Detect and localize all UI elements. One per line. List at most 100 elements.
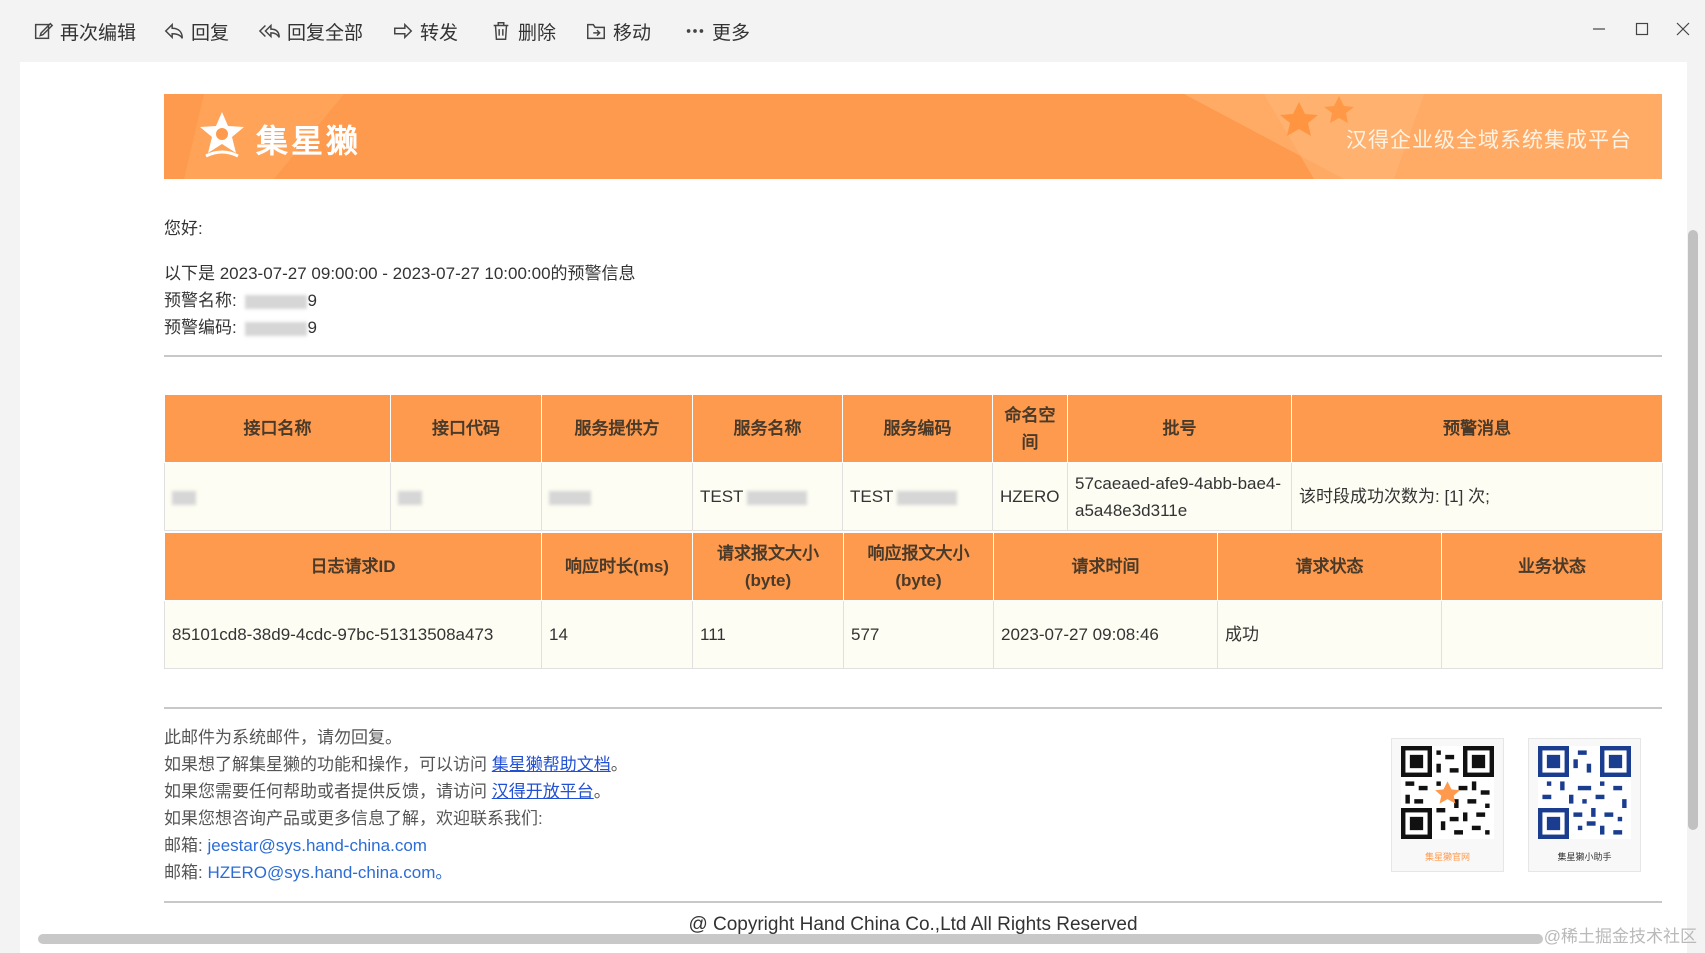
column-header: 请求时间 [993,532,1218,601]
request-size-cell: 111 [692,600,844,669]
redacted-value [747,490,808,505]
reply-all-button[interactable]: 回复全部 [259,16,363,46]
column-header: 接口代码 [390,394,542,463]
interface-name-cell [164,462,391,531]
more-label: 更多 [712,22,751,44]
qr-caption: 集星獭小助手 [1557,852,1612,862]
vertical-scrollbar-thumb[interactable] [1688,230,1698,830]
column-header: 服务编码 [842,394,993,463]
column-header: 响应时长(ms) [541,532,693,601]
move-icon [587,23,605,40]
service-name-value: TEST [700,487,744,506]
redacted-value [549,490,591,505]
brand-name: 集星獭 [256,123,362,159]
trash-icon [493,22,509,40]
divider [164,901,1662,903]
footer-text: 。 [593,782,611,801]
table-row: 85101cd8-38d9-4cdc-97bc-51313508a473 14 … [164,600,1663,669]
footer-line-4: 如果您想咨询产品或更多信息了解，欢迎联系我们: [164,809,543,828]
move-label: 移动 [613,22,652,44]
minimize-icon [1593,28,1605,30]
delete-label: 删除 [518,22,557,44]
business-status-cell [1441,600,1663,669]
footer-line-2: 如果想了解集星獭的功能和操作，可以访问 集星獭帮助文档。 [164,750,628,775]
batch-cell: 57caeaed-afe9-4abb-bae4-a5a48e3d311e [1067,462,1292,531]
alert-code-row: 预警编码: 9 [164,313,317,338]
interface-code-cell [390,462,542,531]
provider-cell [541,462,693,531]
footer-mail-1: 邮箱: jeestar@sys.hand-china.com [164,831,427,856]
response-size-cell: 577 [843,600,994,669]
footer-text: 如果您需要任何帮助或者提供反馈，请访问 [164,782,487,801]
column-header: 请求报文大小(byte) [692,532,844,601]
hzero-email-link[interactable]: HZERO@sys.hand-china.com [207,863,435,882]
divider [164,707,1662,709]
qr-caption: 集星獭官网 [1424,852,1470,862]
mail-label: 邮箱: [164,836,203,855]
redacted-value [897,490,958,505]
divider [164,355,1662,357]
footer-text: 如果想了解集星獭的功能和操作，可以访问 [164,755,487,774]
duration-cell: 14 [541,600,693,669]
column-header: 日志请求ID [164,532,542,601]
jeestar-email-link[interactable]: jeestar@sys.hand-china.com [207,836,426,855]
forward-button[interactable]: 转发 [392,16,458,46]
reply-label: 回复 [191,22,230,44]
assistant-qr-code: 集星獭小助手 [1528,738,1641,872]
alert-code-label: 预警编码: [164,318,237,337]
redacted-value [245,294,308,309]
column-header: 服务名称 [692,394,843,463]
more-button[interactable]: 更多 [684,16,750,46]
column-header: 命名空间 [992,394,1068,463]
column-header: 服务提供方 [541,394,693,463]
footer-line-1: 此邮件为系统邮件，请勿回复。 [164,728,402,747]
more-icon [686,29,704,33]
alert-name-value: 9 [307,291,317,310]
close-icon [1676,22,1690,36]
column-header: 业务状态 [1441,532,1663,601]
move-button[interactable]: 移动 [585,16,651,46]
table-header-row: 日志请求ID 响应时长(ms) 请求报文大小(byte) 响应报文大小(byte… [164,532,1663,601]
redacted-value [398,490,422,505]
footer-text: 。 [610,755,628,774]
qr-code-image [1401,746,1494,839]
re-edit-label: 再次编辑 [60,22,137,44]
redacted-value [172,490,196,505]
delete-button[interactable]: 删除 [490,16,556,46]
reply-button[interactable]: 回复 [163,16,229,46]
reply-all-label: 回复全部 [287,22,364,44]
alert-name-label: 预警名称: [164,291,237,310]
redacted-value [245,321,308,336]
column-header: 预警消息 [1291,394,1663,463]
minimize-button[interactable] [1584,14,1614,44]
alert-message-cell: 该时段成功次数为: [1] 次; [1291,462,1663,531]
alert-code-value: 9 [307,318,317,337]
forward-icon [394,22,413,40]
reply-icon [164,22,183,40]
log-id-cell: 85101cd8-38d9-4cdc-97bc-51313508a473 [164,600,542,669]
mail-toolbar: 再次编辑 回复 回复全部 转发 删除 移动 更多 [0,0,1705,62]
service-code-value: TEST [850,487,894,506]
reply-all-icon [259,23,280,39]
maximize-button[interactable] [1627,14,1657,44]
open-platform-link[interactable]: 汉得开放平台 [492,782,594,801]
table-header-row: 接口名称 接口代码 服务提供方 服务名称 服务编码 命名空间 批号 预警消息 [164,394,1663,463]
close-button[interactable] [1668,14,1698,44]
footer-line-3: 如果您需要任何帮助或者提供反馈，请访问 汉得开放平台。 [164,777,611,802]
footer-mail-2: 邮箱: HZERO@sys.hand-china.com。 [164,858,452,883]
alert-name-row: 预警名称: 9 [164,286,317,311]
brand-logo-icon [200,112,244,158]
copyright-text: @ Copyright Hand China Co.,Ltd All Right… [688,914,1138,935]
footer-text: 。 [435,863,453,882]
request-status-cell: 成功 [1217,600,1442,669]
edit-icon [34,22,54,40]
horizontal-scrollbar-thumb[interactable] [38,934,1543,944]
alert-info-table: 接口名称 接口代码 服务提供方 服务名称 服务编码 命名空间 批号 预警消息 T… [164,394,1663,531]
service-name-cell: TEST [692,462,843,531]
re-edit-button[interactable]: 再次编辑 [32,16,136,46]
request-time-cell: 2023-07-27 09:08:46 [993,600,1218,669]
forward-label: 转发 [420,22,459,44]
help-docs-link[interactable]: 集星獭帮助文档 [492,755,611,774]
column-header: 批号 [1067,394,1292,463]
column-header: 接口名称 [164,394,391,463]
